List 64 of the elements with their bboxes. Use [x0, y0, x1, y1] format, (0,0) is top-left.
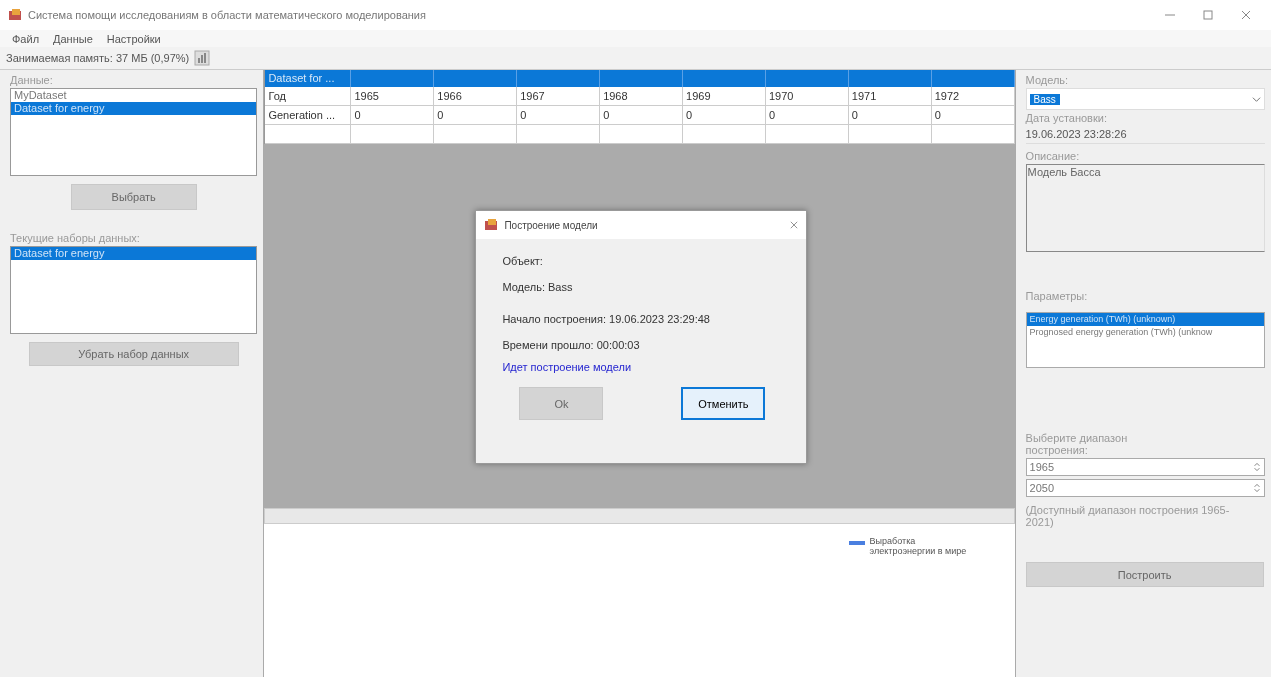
- chart-icon: [194, 50, 211, 66]
- description-field[interactable]: Модель Басса: [1025, 164, 1265, 252]
- maximize-icon: [1203, 10, 1213, 20]
- menu-item[interactable]: Настройки: [106, 32, 161, 45]
- table-cell: 1969: [683, 87, 766, 106]
- list-item[interactable]: MyDataset: [11, 89, 257, 102]
- table-cell: Год: [265, 87, 352, 106]
- table-cell: 0: [351, 106, 435, 125]
- dialog-title: Построение модели: [504, 219, 599, 231]
- table-cell: 1968: [600, 87, 684, 106]
- window-title: Система помощи исследованиям в области математического моделирования: [28, 9, 427, 21]
- legend-label: Выработка электроэнергии в мире: [869, 536, 968, 556]
- info-text: Модель: Bass: [502, 281, 574, 293]
- panel-label: Текущие наборы данных:: [10, 232, 141, 244]
- list-box[interactable]: Energy generation (TWh) (unknown) Prognosed energy generation (TWh) (unknow: [1025, 312, 1265, 368]
- close-icon: [790, 221, 799, 229]
- field-label: Выберите диапазон построения:: [1025, 432, 1129, 456]
- spin-arrows-icon: [1253, 462, 1261, 472]
- table-cell: 1970: [765, 87, 849, 106]
- field-label: Модель:: [1025, 74, 1070, 86]
- table-cell: 0: [517, 106, 601, 125]
- list-item[interactable]: Dataset for energy: [11, 102, 257, 115]
- menu-item[interactable]: Файл: [12, 32, 40, 45]
- status-text: Идет построение модели: [502, 361, 633, 373]
- list-item[interactable]: Prognosed energy generation (TWh) (unknow: [1026, 326, 1264, 339]
- table-cell: 1967: [517, 87, 601, 106]
- info-text: Начало построения: 19.06.2023 23:29:48: [502, 313, 711, 325]
- scroll-bar[interactable]: [264, 508, 1015, 524]
- menu-item[interactable]: Данные: [53, 32, 93, 45]
- date-field[interactable]: 19.06.2023 23:28:26: [1025, 126, 1265, 144]
- column-header: Dataset for ...: [265, 70, 352, 87]
- field-label: Описание:: [1025, 150, 1081, 162]
- table-cell: 0: [683, 106, 766, 125]
- close-icon: [1241, 10, 1251, 20]
- number-field[interactable]: 1965: [1025, 458, 1265, 476]
- app-icon: [8, 8, 22, 22]
- memory-label: Занимаемая память: 37 МБ (0,97%): [6, 52, 190, 64]
- app-icon: [484, 218, 499, 232]
- list-item[interactable]: Energy generation (TWh) (unknown): [1026, 313, 1264, 326]
- table-cell: 1971: [848, 87, 932, 106]
- range-hint: (Доступный диапазон построения 1965-2021): [1025, 504, 1231, 528]
- table-cell: 0: [434, 106, 518, 125]
- table-cell: 1965: [351, 87, 435, 106]
- table-cell: 0: [848, 106, 932, 125]
- info-text: Объект:: [502, 255, 544, 267]
- table-cell: 0: [600, 106, 684, 125]
- model-dropdown[interactable]: Bass: [1025, 88, 1265, 110]
- data-grid[interactable]: Dataset for ... Год 1965 1966 1967 1968 1969 1970 1971 1972 Generation ... 0 0 0 0 0 0 0 0: [264, 70, 1015, 144]
- list-box[interactable]: Dataset for energy: [10, 246, 258, 334]
- list-item[interactable]: Dataset for energy: [11, 247, 257, 260]
- dialog-button[interactable]: Отменить: [681, 387, 766, 420]
- table-cell: Generation ...: [265, 106, 352, 125]
- field-label: Дата установки:: [1025, 112, 1108, 124]
- table-cell: 1966: [434, 87, 518, 106]
- table-cell: 0: [931, 106, 1015, 125]
- spin-arrows-icon: [1253, 483, 1261, 493]
- field-label: Параметры:: [1025, 290, 1089, 302]
- combo-value: Bass: [1029, 93, 1060, 105]
- panel-label: Данные:: [10, 74, 54, 86]
- table-cell: 1972: [931, 87, 1015, 106]
- info-text: Времени прошло: 00:00:03: [502, 339, 641, 351]
- table-cell: 0: [765, 106, 849, 125]
- list-box[interactable]: MyDataset Dataset for energy: [10, 88, 258, 176]
- number-field[interactable]: 2050: [1025, 479, 1265, 497]
